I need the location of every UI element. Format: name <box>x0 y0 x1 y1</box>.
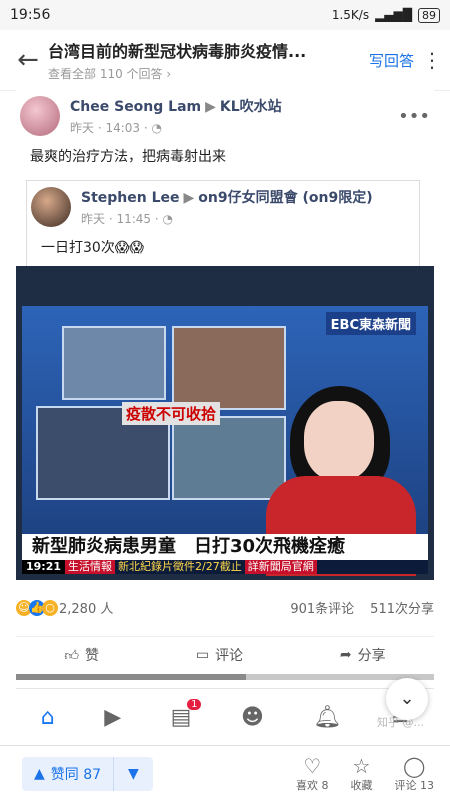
video-icon[interactable]: ▶ <box>104 705 121 730</box>
share-label: 分享 <box>357 648 386 664</box>
signal-icon: ▂▄▆█ <box>375 8 412 22</box>
question-title[interactable]: 台湾目前的新型冠状病毒肺炎疫情... <box>48 38 363 62</box>
status-time: 19:56 <box>10 7 51 23</box>
shared-post-time: 昨天 · 11:45 · <box>81 212 159 226</box>
shared-author-name[interactable]: Stephen Lee <box>81 190 180 206</box>
post-actions: 👍︎ 赞 ▭ 评论 ➦ 分享 <box>16 636 434 665</box>
comment-icon: ▭ <box>195 647 210 663</box>
tv-ticker-text: 新北紀錄片徵件2/27截止 <box>118 560 242 573</box>
tv-tag: 生活情報 <box>65 560 116 574</box>
notification-badge: 1 <box>187 698 202 710</box>
network-speed: 1.5K/s <box>331 8 370 22</box>
favorite-label: 收藏 <box>350 778 373 792</box>
triangle-icon: ▶ <box>205 99 216 115</box>
post-text: 最爽的治疗方法，把病毒射出来 <box>30 149 226 165</box>
news-tile-photo <box>172 326 286 410</box>
star-icon: ☆ <box>352 753 371 778</box>
globe-icon: ◔ <box>151 121 162 135</box>
shared-author-avatar[interactable] <box>31 187 71 227</box>
comment-button[interactable]: ▭ 评论 <box>196 645 243 665</box>
news-tile-photo <box>62 326 166 400</box>
speech-bubble-icon: ◯ <box>403 753 426 778</box>
shared-post-header: Stephen Lee ▶ on9仔女同盟會 (on9限定) 昨天 · 11:45 … <box>27 181 419 233</box>
status-bar: 19:56 1.5K/s ▂▄▆█ 89 <box>0 0 450 30</box>
triangle-icon: ▶ <box>183 190 195 206</box>
question-header: ← 台湾目前的新型冠状病毒肺炎疫情... 查看全部 110 个回答 › 写回答 … <box>0 30 450 91</box>
question-title-block[interactable]: 台湾目前的新型冠状病毒肺炎疫情... 查看全部 110 个回答 › <box>48 38 363 82</box>
back-arrow-icon[interactable]: ← <box>8 45 48 75</box>
upvote-button[interactable]: ▲ 赞同 87 <box>22 756 115 791</box>
tv-time: 19:21 <box>22 560 66 574</box>
shared-group-name[interactable]: on9仔女同盟會 (on9限定) <box>198 190 372 206</box>
post-more-icon[interactable]: ••• <box>398 106 430 127</box>
post-time: 昨天 · 14:03 · <box>70 121 148 135</box>
tv-ticker: 19:21 生活情報 新北紀錄片徵件2/27截止 詳新聞局官網 <box>22 560 428 574</box>
share-arrow-icon: ➦ <box>339 647 352 663</box>
like-answer-label: 喜欢 8 <box>296 778 329 792</box>
tv-screen: 疫散不可收拾 EBC東森新聞 新型肺炎病患男童 日打30次飛機痊癒 19:21 … <box>22 306 428 576</box>
heart-icon: ♡ <box>303 753 322 778</box>
shared-post-text: 一日打30次😱😱 <box>41 240 145 256</box>
thumbs-up-icon: 👍︎ <box>64 647 80 664</box>
anchor-face <box>304 401 374 481</box>
tv-channel-logo: EBC東森新聞 <box>325 312 416 335</box>
favorite-button[interactable]: ☆ 收藏 <box>351 755 373 793</box>
reaction-icons[interactable]: ☺ 👍 ○ <box>16 599 58 616</box>
scroll-progress-bar <box>16 674 434 680</box>
like-answer-button[interactable]: ♡ 喜欢 8 <box>296 755 329 793</box>
triangle-up-icon: ▲ <box>34 765 45 782</box>
progress-fill <box>16 674 246 680</box>
tv-overlay-text: 疫散不可收拾 <box>122 402 221 425</box>
share-button[interactable]: ➦ 分享 <box>340 645 386 665</box>
downvote-button[interactable]: ▼ <box>114 766 153 782</box>
tv-headline: 新型肺炎病患男童 日打30次飛機痊癒 <box>22 534 428 560</box>
like-label: 赞 <box>85 648 100 664</box>
home-icon[interactable]: ⌂ <box>41 705 55 730</box>
author-name[interactable]: Chee Seong Lam <box>70 99 201 115</box>
fb-tab-bar: ⌂ ▶ ▤1 ☻ 🔔︎ ≡ <box>16 688 434 745</box>
facebook-post: Chee Seong Lam ▶ KL吹水站 昨天 · 14:03 · ◔ ••• … <box>16 90 434 267</box>
comment-label: 评论 <box>215 648 244 664</box>
post-header: Chee Seong Lam ▶ KL吹水站 昨天 · 14:03 · ◔ ••• <box>16 90 434 142</box>
share-count[interactable]: 511次分享 <box>370 598 434 617</box>
status-icons: 1.5K/s ▂▄▆█ 89 <box>331 7 440 23</box>
group-name[interactable]: KL吹水站 <box>220 99 282 115</box>
groups-icon[interactable]: ☻ <box>241 705 264 730</box>
collapse-chevron-icon[interactable]: ⌄ <box>386 678 428 720</box>
author-avatar[interactable] <box>20 96 60 136</box>
battery-icon: 89 <box>418 7 440 23</box>
write-answer-button[interactable]: 写回答 <box>369 50 414 71</box>
comments-button[interactable]: ◯ 评论 13 <box>395 755 435 793</box>
more-options-icon[interactable]: ⋮ <box>422 48 442 72</box>
comment-count[interactable]: 901条评论 <box>290 598 354 617</box>
tv-ticker-text-2: 詳新聞局官網 <box>244 560 317 574</box>
shared-post: Stephen Lee ▶ on9仔女同盟會 (on9限定) 昨天 · 11:45 … <box>26 180 420 267</box>
bell-icon[interactable]: 🔔︎ <box>313 705 341 730</box>
upvote-label: 赞同 87 <box>50 766 102 783</box>
globe-icon: ◔ <box>162 212 173 226</box>
like-button[interactable]: 👍︎ 赞 <box>64 645 99 665</box>
view-all-answers[interactable]: 查看全部 110 个回答 › <box>48 65 363 82</box>
answer-bottom-bar: ▲ 赞同 87 ▼ ♡ 喜欢 8 ☆ 收藏 ◯ 评论 13 <box>0 745 450 801</box>
post-stats: ☺ 👍 ○ 2,280 人 901条评论 511次分享 <box>16 598 434 617</box>
triangle-down-icon: ▼ <box>128 765 139 782</box>
marketplace-icon[interactable]: ▤ 1 <box>171 698 202 730</box>
tv-news-image[interactable]: 疫散不可收拾 EBC東森新聞 新型肺炎病患男童 日打30次飛機痊癒 19:21 … <box>16 266 434 580</box>
comments-label: 评论 13 <box>394 778 435 792</box>
reaction-count[interactable]: 2,280 人 <box>59 598 113 617</box>
vote-group: ▲ 赞同 87 ▼ <box>22 756 153 791</box>
wow-icon: ○ <box>42 599 58 616</box>
news-tile-photo <box>172 416 286 500</box>
